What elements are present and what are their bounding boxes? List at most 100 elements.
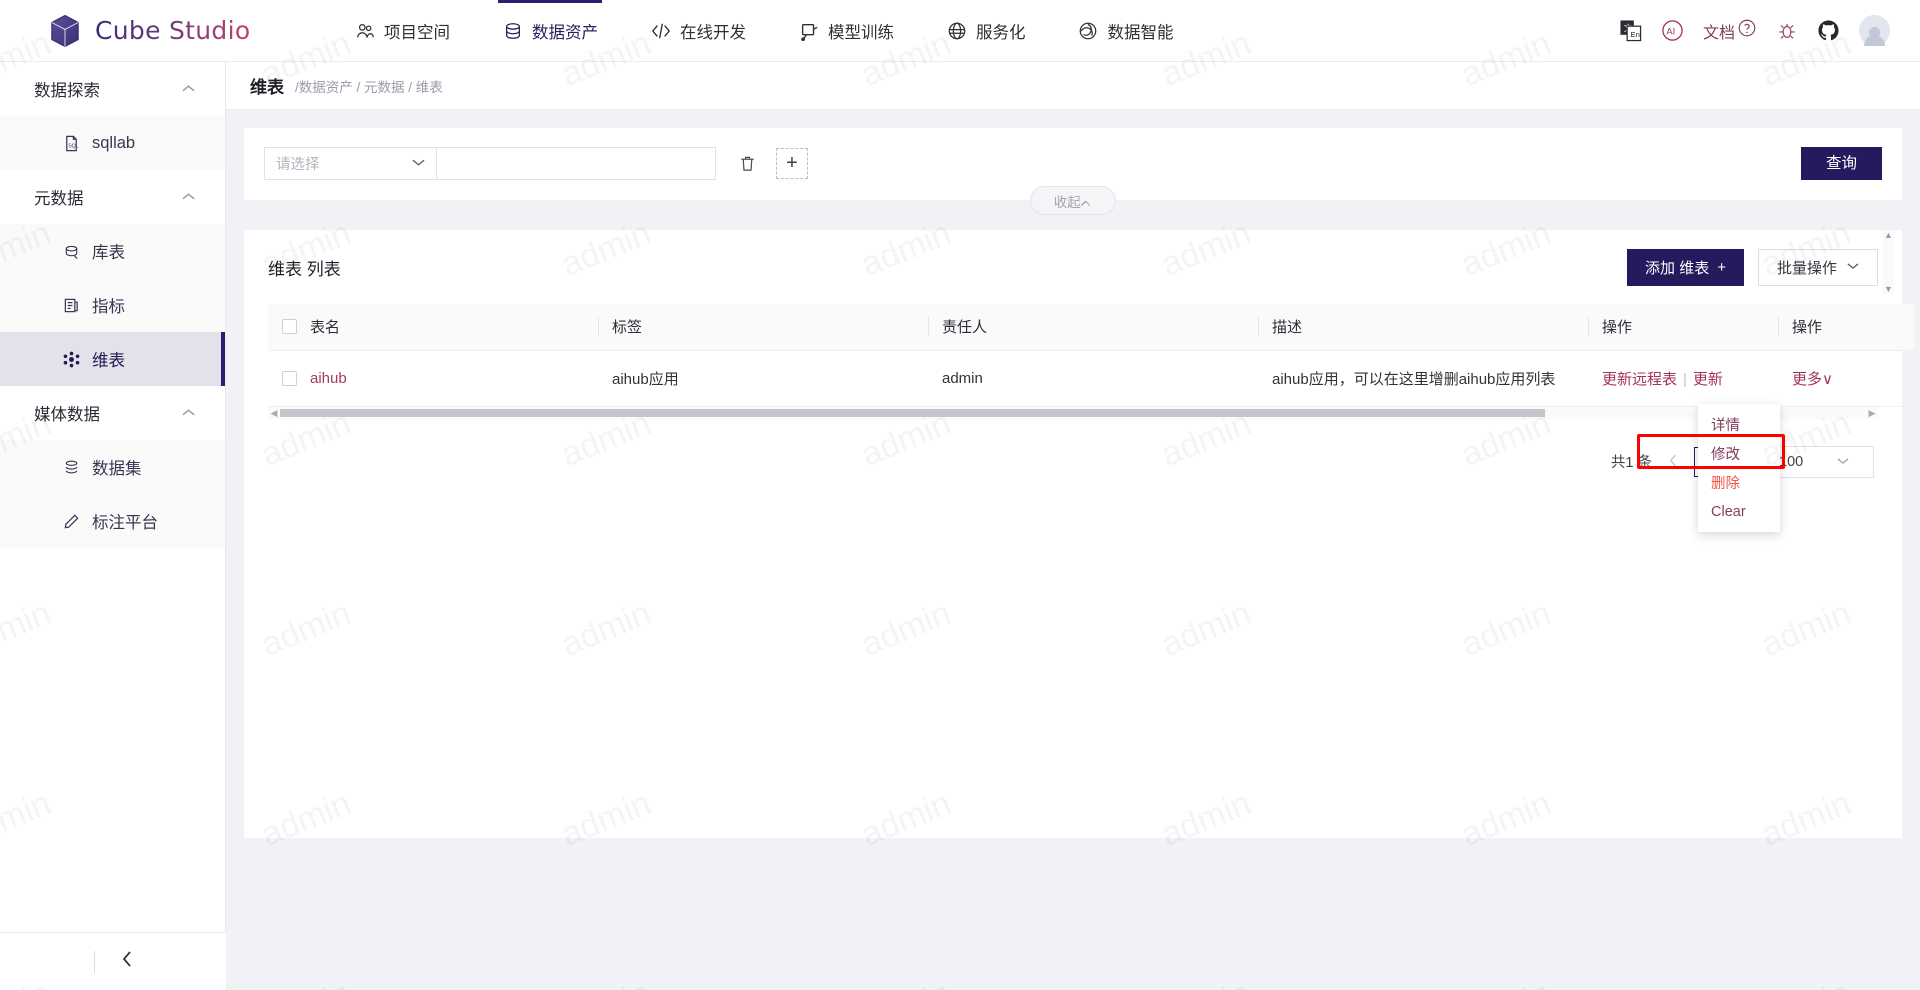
sidebar-group-label: 媒体数据 xyxy=(34,401,100,425)
svg-text:En: En xyxy=(1630,30,1639,39)
chart-doc-icon xyxy=(62,296,81,315)
docs-link[interactable]: 文档 xyxy=(1703,18,1757,43)
sidebar-item-dataset[interactable]: 数据集 xyxy=(0,440,225,494)
brand-title: Cube Studio xyxy=(95,16,250,45)
avatar-image xyxy=(1859,15,1890,46)
more-operations-button[interactable]: 更多∨ xyxy=(1792,371,1833,388)
sidebar-group-metadata[interactable]: 元数据 xyxy=(0,170,225,224)
pencil-icon xyxy=(62,512,81,531)
add-dimension-table-button[interactable]: 添加 维表 + xyxy=(1627,249,1744,286)
nav-label: 数据智能 xyxy=(1108,19,1174,43)
user-avatar[interactable] xyxy=(1859,15,1890,46)
sidebar-item-ku-biao[interactable]: 库表 xyxy=(0,224,225,278)
sidebar-item-label: 维表 xyxy=(92,347,125,371)
layers-icon xyxy=(62,458,81,477)
pagination-prev-button[interactable] xyxy=(1662,454,1684,470)
table-horizontal-scrollbar[interactable]: ◀ ▶ xyxy=(268,407,1878,419)
batch-operation-button[interactable]: 批量操作 xyxy=(1758,249,1878,286)
cluster-icon xyxy=(62,350,81,369)
nav-item-model-training[interactable]: 模型训练 xyxy=(772,0,920,62)
query-button[interactable]: 查询 xyxy=(1801,147,1882,180)
sidebar-group-label: 元数据 xyxy=(34,185,84,209)
list-action-buttons: 添加 维表 + 批量操作 xyxy=(1627,249,1878,286)
sidebar-item-label: 指标 xyxy=(92,293,125,317)
sidebar-group-media-data[interactable]: 媒体数据 xyxy=(0,386,225,440)
nav-item-serving[interactable]: 服务化 xyxy=(920,0,1052,62)
cell-name: aihub xyxy=(268,350,598,406)
nav-item-project-space[interactable]: 项目空间 xyxy=(328,0,476,62)
dropdown-item-detail[interactable]: 详情 xyxy=(1698,410,1780,439)
pagination: 共1 条 1 100 xyxy=(268,431,1878,493)
users-icon xyxy=(354,20,375,41)
sidebar-item-label: sqllab xyxy=(92,134,135,153)
list-header: 维表 列表 添加 维表 + 批量操作 xyxy=(268,230,1878,304)
filter-select-placeholder: 请选择 xyxy=(276,153,320,174)
dropdown-item-delete[interactable]: 删除 xyxy=(1698,468,1780,497)
filter-value-input[interactable] xyxy=(436,147,716,180)
page-size-select[interactable]: 100 xyxy=(1766,446,1874,478)
dropdown-item-edit[interactable]: 修改 xyxy=(1698,439,1780,468)
bug-icon[interactable] xyxy=(1776,20,1798,42)
globe-icon xyxy=(946,20,967,41)
op-update-remote-table[interactable]: 更新远程表 xyxy=(1602,371,1677,388)
main-content: 维表 /数据资产 / 元数据 / 维表 请选择 + 查询 收起ᨈ xyxy=(226,62,1920,990)
add-button-label: 添加 维表 xyxy=(1645,257,1709,278)
dropdown-item-clear[interactable]: Clear xyxy=(1698,497,1780,526)
chevron-up-icon xyxy=(182,191,195,203)
row-checkbox[interactable] xyxy=(282,371,297,386)
scroll-down-arrow[interactable]: ▼ xyxy=(1884,284,1893,294)
plus-icon: + xyxy=(786,152,798,175)
github-icon[interactable] xyxy=(1817,19,1840,42)
cell-operations: 更新远程表|更新 xyxy=(1588,350,1778,406)
sidebar-item-label: 标注平台 xyxy=(92,509,158,533)
column-header-desc[interactable]: 描述 xyxy=(1258,304,1588,350)
sidebar-item-zhi-biao[interactable]: 指标 xyxy=(0,278,225,332)
chevron-left-icon xyxy=(121,950,133,974)
scroll-track[interactable] xyxy=(280,408,1866,418)
add-filter-button[interactable]: + xyxy=(776,148,808,179)
cell-desc: aihub应用，可以在这里增删aihub应用列表 xyxy=(1258,350,1588,406)
filter-field-select[interactable]: 请选择 xyxy=(264,147,436,180)
flask-icon xyxy=(798,20,819,41)
column-header-ops[interactable]: 操作 xyxy=(1588,304,1778,350)
file-code-icon: SQL xyxy=(62,134,81,153)
batch-button-label: 批量操作 xyxy=(1777,257,1837,278)
chevron-down-icon: ∨ xyxy=(1822,371,1833,388)
scroll-up-arrow[interactable]: ▲ xyxy=(1884,230,1893,240)
cube-logo-icon xyxy=(48,14,82,48)
sidebar: 数据探索 SQL sqllab 元数据 库表 xyxy=(0,62,226,990)
scroll-right-arrow[interactable]: ▶ xyxy=(1866,407,1878,419)
nav-item-data-assets[interactable]: 数据资产 xyxy=(476,0,624,62)
nav-item-data-intelligence[interactable]: 数据智能 xyxy=(1052,0,1200,62)
column-header-owner[interactable]: 责任人 xyxy=(928,304,1258,350)
divider xyxy=(94,951,95,973)
nav-label: 模型训练 xyxy=(828,19,894,43)
op-update[interactable]: 更新 xyxy=(1693,371,1723,388)
column-header-ops-fixed[interactable]: 操作 xyxy=(1778,304,1914,350)
question-icon xyxy=(1737,18,1757,43)
sidebar-item-sqllab[interactable]: SQL sqllab xyxy=(0,116,225,170)
sidebar-collapse-button[interactable] xyxy=(0,932,226,990)
sidebar-group-label: 数据探索 xyxy=(34,77,100,101)
scroll-thumb[interactable] xyxy=(280,409,1545,417)
sidebar-item-wei-biao[interactable]: 维表 xyxy=(0,332,225,386)
sidebar-item-label: 库表 xyxy=(92,239,125,263)
column-header-tag[interactable]: 标签 xyxy=(598,304,928,350)
docs-label: 文档 xyxy=(1703,19,1735,43)
table-vertical-scrollbar[interactable]: ▲ ▼ xyxy=(1883,230,1894,294)
sidebar-item-labeling-platform[interactable]: 标注平台 xyxy=(0,494,225,548)
table-row[interactable]: aihub aihub应用 admin aihub应用，可以在这里增删aihub… xyxy=(268,350,1914,406)
scroll-left-arrow[interactable]: ◀ xyxy=(268,407,280,419)
filter-collapse-toggle[interactable]: 收起ᨈ xyxy=(1030,186,1116,215)
sidebar-group-data-exploration[interactable]: 数据探索 xyxy=(0,62,225,116)
table-name-link[interactable]: aihub xyxy=(310,370,347,387)
translate-icon[interactable]: 文 En xyxy=(1619,19,1642,42)
svg-text:AI: AI xyxy=(1666,26,1675,37)
column-header-name[interactable]: 表名 xyxy=(268,304,598,350)
filter-row: 请选择 + xyxy=(264,147,1882,180)
brand-logo[interactable]: Cube Studio xyxy=(48,14,298,48)
trash-icon[interactable] xyxy=(736,153,758,175)
select-all-checkbox[interactable] xyxy=(282,319,297,334)
ai-icon[interactable]: AI xyxy=(1661,19,1684,42)
nav-item-online-dev[interactable]: 在线开发 xyxy=(624,0,772,62)
